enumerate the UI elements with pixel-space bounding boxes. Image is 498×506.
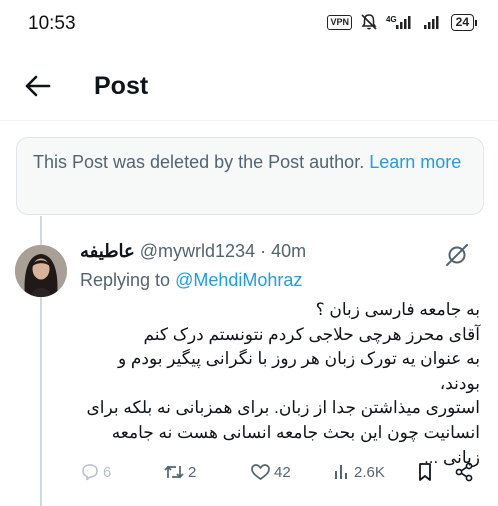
signal-icon bbox=[423, 16, 439, 29]
signal-4g-icon: 4G bbox=[386, 15, 415, 29]
reply-post[interactable]: عاطیفه @mywrld1234 · 40m Replying to @Me… bbox=[80, 238, 480, 470]
vpn-icon: VPN bbox=[327, 14, 352, 30]
reply-count: 6 bbox=[103, 463, 112, 481]
post-body: به جامعه فارسی زبان ؟ آقای محرز هرچی حلا… bbox=[80, 298, 481, 470]
repost-icon bbox=[164, 465, 184, 479]
like-icon bbox=[251, 464, 270, 480]
avatar[interactable] bbox=[15, 245, 67, 297]
repost-count: 2 bbox=[188, 463, 197, 481]
back-arrow-icon[interactable] bbox=[22, 70, 54, 102]
status-bar: 10:53 VPN 4G 24 bbox=[0, 0, 498, 48]
mute-bell-icon bbox=[361, 14, 377, 30]
share-button[interactable] bbox=[454, 462, 474, 482]
top-bar: Post bbox=[0, 60, 498, 116]
author-handle[interactable]: @mywrld1234 bbox=[140, 241, 255, 261]
status-icons: VPN 4G 24 bbox=[327, 13, 478, 31]
share-icon bbox=[455, 462, 473, 482]
page-title: Post bbox=[94, 72, 149, 100]
header-divider bbox=[0, 120, 498, 121]
bookmark-button[interactable] bbox=[416, 462, 434, 482]
post-time[interactable]: 40m bbox=[271, 241, 306, 261]
author-row: عاطیفه @mywrld1234 · 40m bbox=[80, 238, 480, 264]
like-button[interactable]: 42 bbox=[250, 462, 291, 482]
separator-dot: · bbox=[255, 241, 272, 261]
battery-icon: 24 bbox=[450, 13, 478, 31]
status-time: 10:53 bbox=[28, 13, 76, 34]
view-count: 2.6K bbox=[354, 463, 385, 481]
views-icon bbox=[335, 465, 347, 479]
like-count: 42 bbox=[274, 463, 291, 481]
reply-button[interactable]: 6 bbox=[80, 462, 111, 482]
author-display-name[interactable]: عاطیفه bbox=[80, 241, 135, 261]
post-line: به جامعه فارسی زبان ؟ bbox=[315, 300, 480, 319]
post-line: استوری میذاشتن جدا از زبان. برای همزبانی… bbox=[86, 398, 481, 418]
deleted-post-notice: This Post was deleted by the Post author… bbox=[16, 137, 484, 215]
post-line: انسانیت چون این بحث جامعه انسانی هست نه … bbox=[111, 422, 480, 442]
replying-prefix: Replying to bbox=[80, 270, 176, 290]
views-button[interactable]: 2.6K bbox=[333, 462, 385, 482]
deleted-notice-text: This Post was deleted by the Post author… bbox=[33, 152, 370, 172]
learn-more-link[interactable]: Learn more bbox=[369, 152, 461, 172]
replying-to: Replying to @MehdiMohraz bbox=[80, 268, 480, 292]
avatar-image bbox=[15, 245, 67, 297]
grok-icon[interactable] bbox=[444, 242, 470, 268]
repost-button[interactable]: 2 bbox=[163, 462, 196, 482]
post-line: آقای محرز هرچی حلاجی کردم نتونستم درک کن… bbox=[143, 324, 480, 344]
bookmark-icon bbox=[419, 463, 431, 481]
action-bar: 6 2 42 2.6K bbox=[80, 462, 490, 488]
replying-to-mention[interactable]: @MehdiMohraz bbox=[175, 270, 302, 290]
reply-icon bbox=[82, 464, 98, 481]
post-line: به عنوان یه تورک زبان هر روز با نگرانی پ… bbox=[117, 349, 480, 393]
